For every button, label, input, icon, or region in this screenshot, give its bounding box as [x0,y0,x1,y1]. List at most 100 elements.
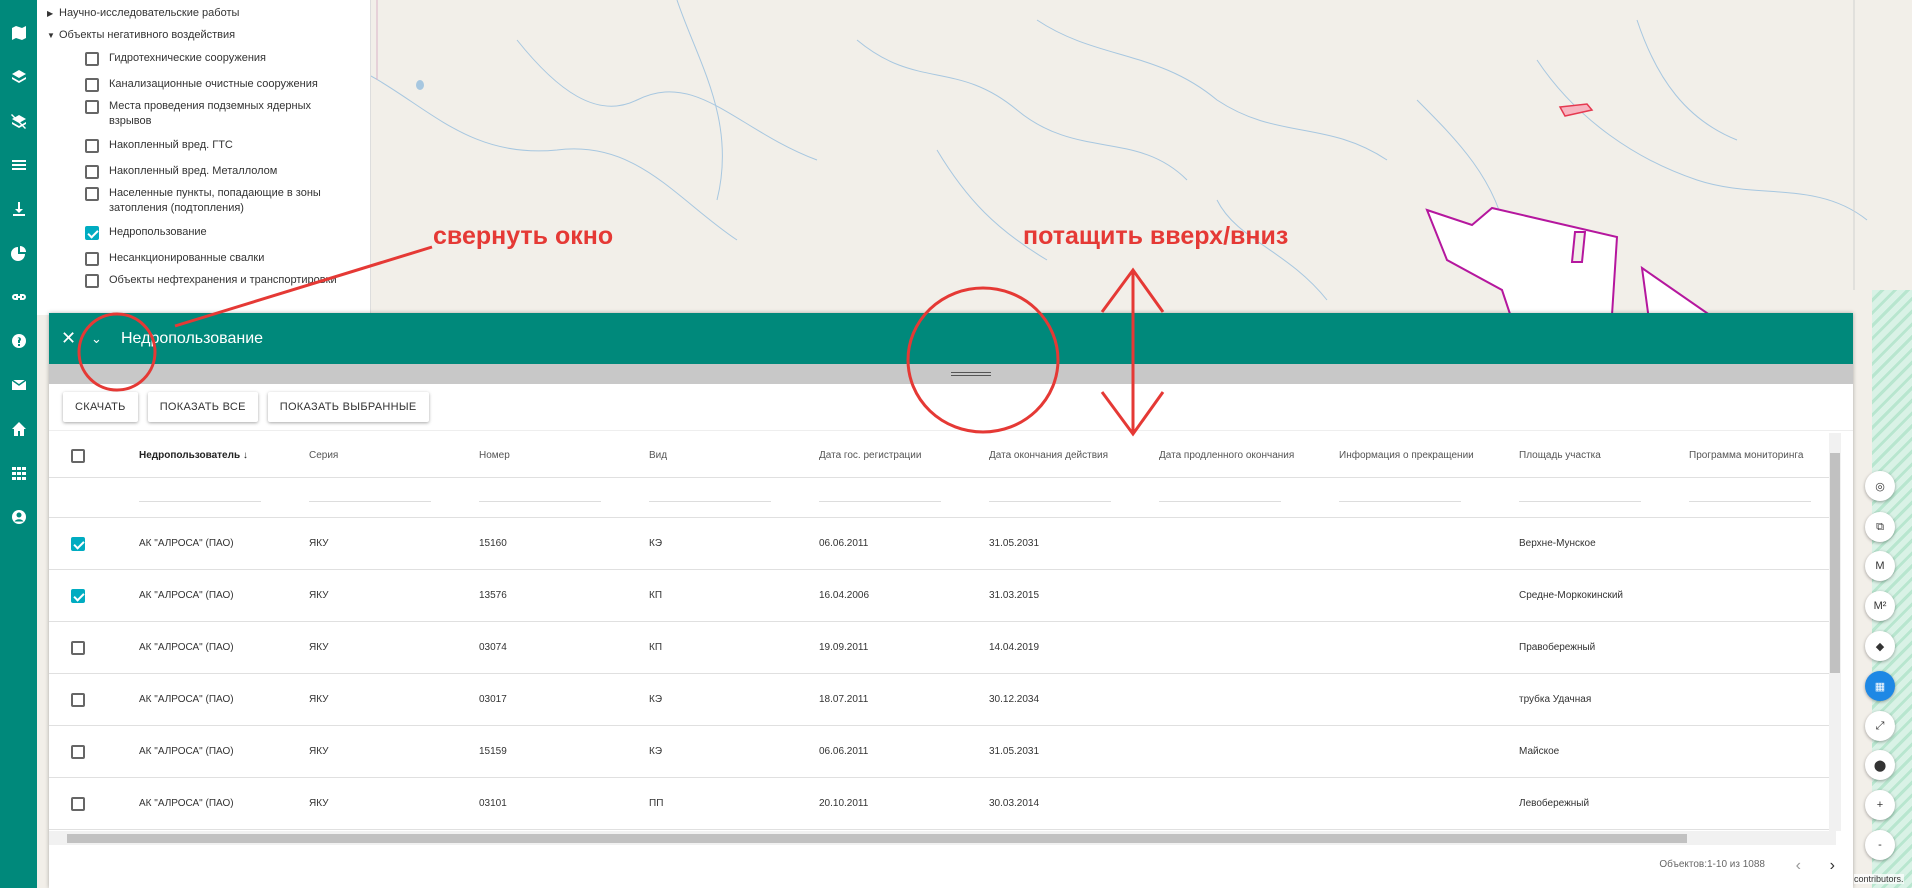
column-header-user[interactable]: Недропользователь ↓ [139,450,248,461]
column-header-reg-date[interactable]: Дата гос. регистрации [819,450,921,461]
table-cell: Левобережный [1519,798,1590,809]
layer-item: Места проведения подземных ядерных взрыв… [85,99,370,129]
column-header-area[interactable]: Площадь участка [1519,450,1601,461]
marker-icon[interactable]: ⬤ [1865,750,1895,780]
filter-input[interactable] [649,501,771,502]
select-all-checkbox[interactable] [71,449,85,463]
download-button[interactable]: СКАЧАТЬ [63,392,138,422]
show-selected-button[interactable]: ПОКАЗАТЬ ВЫБРАННЫЕ [267,392,429,422]
layer-checkbox[interactable] [85,187,99,201]
column-header-termination[interactable]: Информация о прекращении [1339,450,1474,461]
column-header-series[interactable]: Серия [309,450,338,461]
scrollbar-thumb[interactable] [67,834,1687,843]
table-cell: 03074 [479,642,507,653]
layer-checkbox[interactable] [85,100,99,114]
table-cell: 30.12.2034 [989,694,1040,705]
map-polygon-small[interactable] [1558,103,1594,117]
table-cell: ЯКУ [309,746,329,757]
fullscreen-icon[interactable]: ⤢ [1865,711,1895,741]
caret-right-icon: ▶ [47,8,54,18]
row-checkbox[interactable] [71,797,85,811]
row-checkbox[interactable] [71,641,85,655]
table-cell: 06.06.2011 [819,746,869,757]
layer-checkbox[interactable] [85,78,99,92]
row-checkbox[interactable] [71,693,85,707]
layer-checkbox[interactable] [85,139,99,153]
help-icon[interactable] [0,326,37,356]
zoom-in-button[interactable]: + [1865,790,1895,820]
layer-label: Несанкционированные свалки [109,252,265,264]
table-row[interactable]: АК "АЛРОСА" (ПАО) ЯКУ 13576 КП 16.04.2006 31.… [49,570,1836,622]
close-icon[interactable]: ✕ [61,328,81,349]
link-icon[interactable] [0,282,37,312]
layer-group-research[interactable]: ▶ Научно-исследовательские работы [47,4,239,22]
attribute-table-window: ✕ ⌄ Недропользование СКАЧАТЬ ПОКАЗАТЬ ВС… [49,313,1853,888]
apps-icon[interactable] [0,458,37,488]
zoom-out-button[interactable]: - [1865,830,1895,860]
shapes-icon[interactable]: ◆ [1865,631,1895,661]
filter-input[interactable] [139,501,261,502]
window-title: Недропользование [121,329,264,347]
filter-input[interactable] [1519,501,1641,502]
table-cell: ЯКУ [309,590,329,601]
pie-chart-icon[interactable] [0,238,37,268]
drag-handle-icon[interactable] [951,372,991,376]
table-cell: АК "АЛРОСА" (ПАО) [139,746,234,757]
account-icon[interactable] [0,502,37,532]
row-checkbox[interactable] [71,745,85,759]
chevron-down-icon[interactable]: ⌄ [91,331,111,347]
table-row[interactable]: АК "АЛРОСА" (ПАО) ЯКУ 15159 КЭ 06.06.2011 31.… [49,726,1836,778]
filter-input[interactable] [309,501,431,502]
filter-input[interactable] [1339,501,1461,502]
row-checkbox[interactable] [71,537,85,551]
column-header-monitoring[interactable]: Программа мониторинга [1689,450,1803,461]
table-cell: 15160 [479,538,507,549]
calendar-icon[interactable]: ▦ [1865,671,1895,701]
table-cell: 18.07.2011 [819,694,869,705]
mail-icon[interactable] [0,370,37,400]
filter-input[interactable] [1689,501,1811,502]
column-header-extended-end[interactable]: Дата продленного окончания [1159,450,1294,461]
column-header-number[interactable]: Номер [479,450,510,461]
filter-input[interactable] [479,501,601,502]
layer-item: Объекты нефтехранения и транспортировки [85,273,370,288]
locate-icon[interactable]: ◎ [1865,471,1895,501]
table-cell: АК "АЛРОСА" (ПАО) [139,694,234,705]
layer-checkbox[interactable] [85,252,99,266]
measure-length-button[interactable]: М [1865,551,1895,581]
column-header-type[interactable]: Вид [649,450,667,461]
layer-label: Гидротехнические сооружения [109,52,267,64]
layer-item: Недропользование [85,225,370,240]
download-icon[interactable] [0,194,37,224]
layer-checkbox[interactable] [85,52,99,66]
vertical-scrollbar[interactable] [1829,433,1841,831]
horizontal-scrollbar[interactable] [49,831,1836,845]
layer-checkbox[interactable] [85,274,99,288]
chevron-right-icon[interactable]: › [1830,857,1835,875]
layers-off-icon[interactable] [0,106,37,136]
layer-checkbox[interactable] [85,165,99,179]
scrollbar-thumb[interactable] [1830,453,1840,673]
table-row[interactable]: АК "АЛРОСА" (ПАО) ЯКУ 03074 КП 19.09.2011 14.… [49,622,1836,674]
table-cell: 03017 [479,694,507,705]
row-checkbox[interactable] [71,589,85,603]
column-header-end-date[interactable]: Дата окончания действия [989,450,1108,461]
table-row[interactable]: АК "АЛРОСА" (ПАО) ЯКУ 03101 ПП 20.10.2011 30.… [49,778,1836,830]
table-cell: ЯКУ [309,642,329,653]
layer-group-negative-impact[interactable]: ▼ Объекты негативного воздействия [47,26,235,44]
layer-checkbox[interactable] [85,226,99,240]
measure-area-button[interactable]: М² [1865,591,1895,621]
table-row[interactable]: АК "АЛРОСА" (ПАО) ЯКУ 03017 КЭ 18.07.2011 30.… [49,674,1836,726]
layers-icon[interactable] [0,62,37,92]
filter-input[interactable] [989,501,1111,502]
chevron-left-icon[interactable]: ‹ [1796,857,1801,875]
filter-input[interactable] [819,501,941,502]
show-all-button[interactable]: ПОКАЗАТЬ ВСЕ [147,392,258,422]
list-icon[interactable] [0,150,37,180]
resize-drag-bar[interactable] [49,364,1853,384]
table-row[interactable]: АК "АЛРОСА" (ПАО) ЯКУ 15160 КЭ 06.06.2011 31.… [49,518,1836,570]
home-icon[interactable] [0,414,37,444]
filter-input[interactable] [1159,501,1281,502]
map-icon[interactable] [0,18,37,48]
external-link-icon[interactable]: ⧉ [1865,512,1895,542]
